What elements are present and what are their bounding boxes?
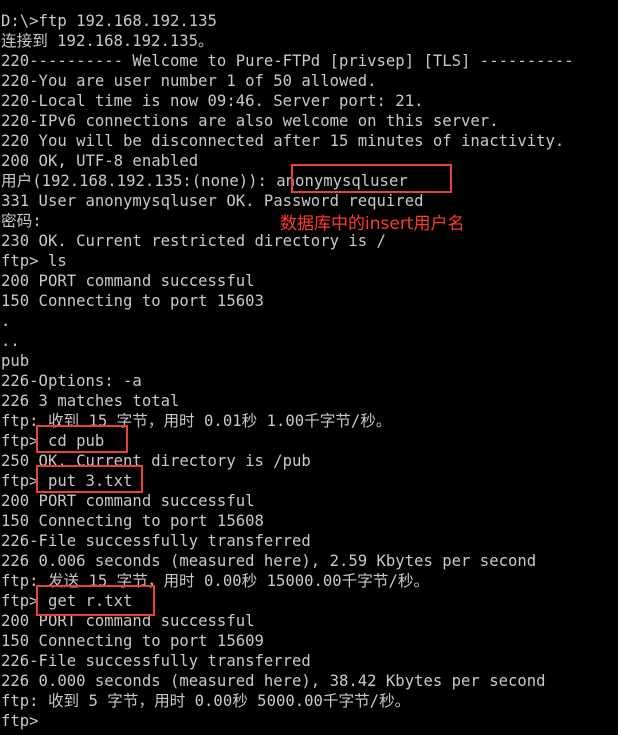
terminal-prompt[interactable]: ftp> bbox=[1, 711, 39, 731]
terminal-line: 220-You are user number 1 of 50 allowed. bbox=[1, 72, 377, 90]
terminal-line: 150 Connecting to port 15608 bbox=[1, 512, 264, 530]
terminal-line: 密码: bbox=[1, 212, 42, 230]
terminal-line: 150 Connecting to port 15609 bbox=[1, 632, 264, 650]
terminal-line: 331 User anonymysqluser OK. Password req… bbox=[1, 192, 424, 210]
terminal-line: 200 PORT command successful bbox=[1, 272, 255, 290]
terminal-line: 220---------- Welcome to Pure-FTPd [priv… bbox=[1, 52, 574, 70]
terminal-line: 用户(192.168.192.135:(none)): anonymysqlus… bbox=[1, 172, 408, 190]
terminal-line: ftp> get r.txt bbox=[1, 592, 133, 610]
terminal-line: 226 0.000 seconds (measured here), 38.42… bbox=[1, 672, 546, 690]
terminal-line: 226-File successfully transferred bbox=[1, 652, 311, 670]
terminal-line: 200 OK, UTF-8 enabled bbox=[1, 152, 199, 170]
terminal-line: ftp> cd pub bbox=[1, 432, 105, 450]
terminal-line: pub bbox=[1, 352, 30, 370]
terminal-line: 250 OK. Current directory is /pub bbox=[1, 452, 311, 470]
terminal-line: . bbox=[1, 312, 11, 330]
terminal-window[interactable]: D:\>ftp 192.168.192.135 连接到 192.168.192.… bbox=[0, 0, 618, 735]
terminal-line: ftp: 收到 5 字节，用时 0.00秒 5000.00千字节/秒。 bbox=[1, 692, 411, 710]
terminal-line: 200 PORT command successful bbox=[1, 492, 255, 510]
terminal-line: 220 You will be disconnected after 15 mi… bbox=[1, 132, 565, 150]
terminal-line: 连接到 192.168.192.135。 bbox=[1, 32, 214, 50]
terminal-line: 200 PORT command successful bbox=[1, 612, 255, 630]
terminal-line: .. bbox=[1, 332, 20, 350]
terminal-line: ftp: 发送 15 字节，用时 0.00秒 15000.00千字节/秒。 bbox=[1, 572, 430, 590]
terminal-line: 226-Options: -a bbox=[1, 372, 142, 390]
terminal-line: 220-Local time is now 09:46. Server port… bbox=[1, 92, 424, 110]
terminal-line: 226 3 matches total bbox=[1, 392, 180, 410]
terminal-line: ftp: 收到 15 字节，用时 0.01秒 1.00千字节/秒。 bbox=[1, 412, 392, 430]
insert-username-annotation: 数据库中的insert用户名 bbox=[280, 214, 465, 234]
terminal-line: 220-IPv6 connections are also welcome on… bbox=[1, 112, 499, 130]
terminal-line: 230 OK. Current restricted directory is … bbox=[1, 232, 386, 250]
terminal-line: ftp> ls bbox=[1, 252, 67, 270]
terminal-line: D:\>ftp 192.168.192.135 bbox=[1, 12, 217, 30]
terminal-line: 226-File successfully transferred bbox=[1, 532, 311, 550]
terminal-line: 150 Connecting to port 15603 bbox=[1, 292, 264, 310]
terminal-line: 226 0.006 seconds (measured here), 2.59 … bbox=[1, 552, 537, 570]
terminal-line: ftp> put 3.txt bbox=[1, 472, 133, 490]
